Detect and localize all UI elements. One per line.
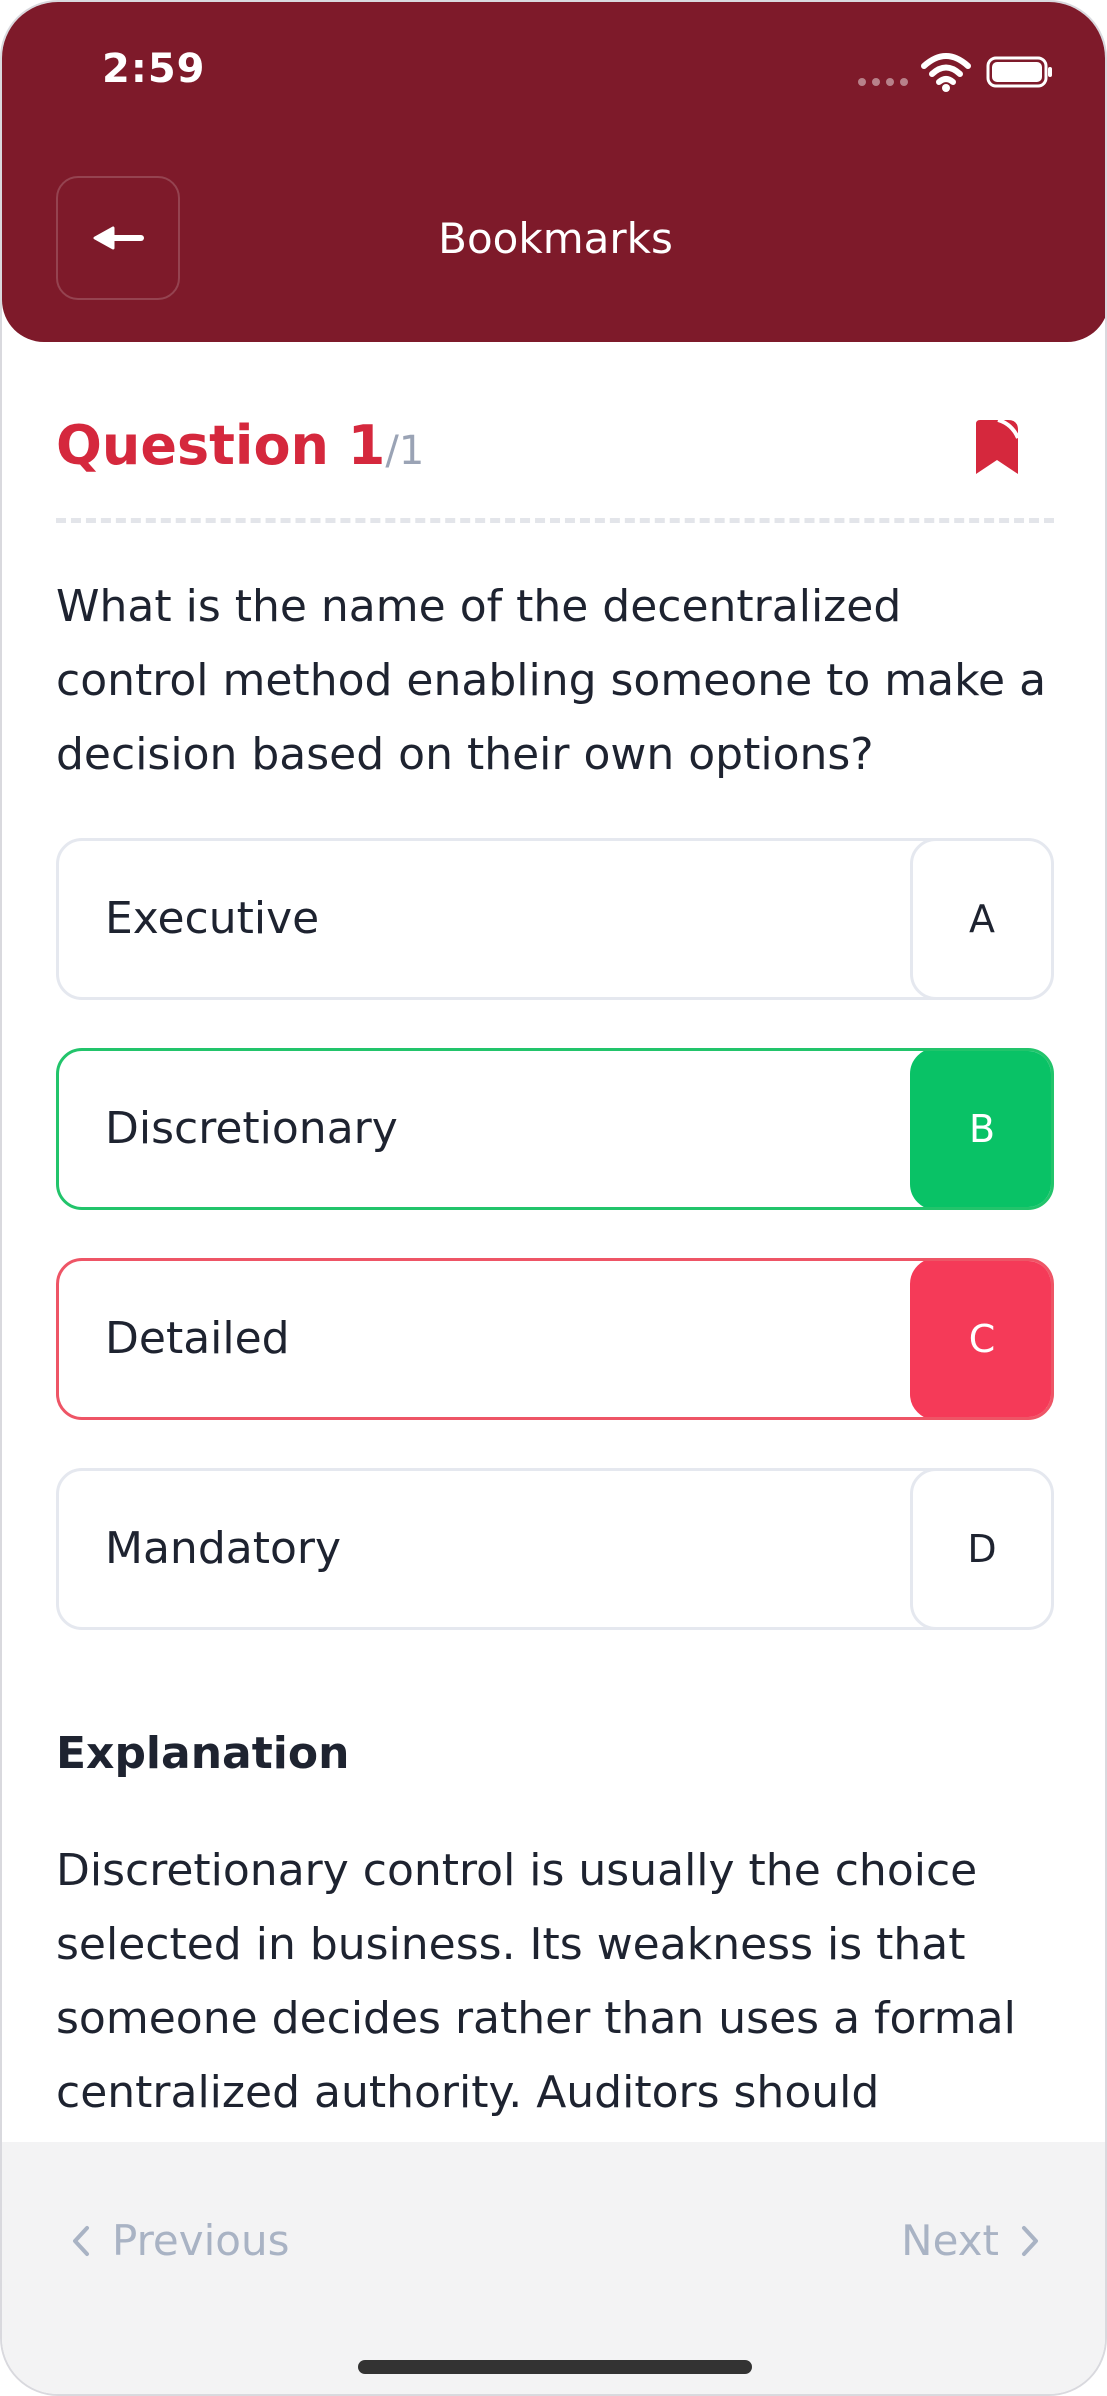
question-number: Question 1 (56, 414, 386, 477)
explanation-text: Discretionary control is usually the cho… (56, 1845, 1016, 2118)
option-label: Detailed (105, 1313, 290, 1364)
option-label: Executive (105, 893, 320, 944)
next-button[interactable]: Next (901, 2216, 1039, 2265)
option-letter: A (910, 841, 1051, 997)
battery-icon (986, 56, 1052, 88)
home-indicator[interactable] (358, 2360, 752, 2374)
option-label: Discretionary (105, 1103, 398, 1154)
question-text: What is the name of the decentralized co… (56, 581, 1047, 780)
previous-button[interactable]: Previous (72, 2216, 290, 2265)
chevron-left-icon (73, 2225, 89, 2256)
option-c[interactable]: Detailed C (56, 1258, 1054, 1420)
option-b[interactable]: Discretionary B (56, 1048, 1054, 1210)
option-letter: B (910, 1051, 1051, 1207)
option-d[interactable]: Mandatory D (56, 1468, 1054, 1630)
divider (56, 518, 1054, 523)
cellular-signal-icon (858, 78, 908, 86)
bottom-navigation: Previous Next (2, 2142, 1105, 2394)
header-bar: 2:59 Bookmarks (2, 2, 1105, 342)
previous-label: Previous (112, 2216, 290, 2265)
question-heading: Question 1/1 (56, 414, 424, 477)
next-label: Next (901, 2216, 999, 2265)
status-time: 2:59 (102, 46, 206, 92)
chevron-right-icon (1022, 2225, 1038, 2256)
option-letter: C (910, 1261, 1051, 1417)
wifi-icon (921, 53, 971, 92)
bookmarks-screen: 2:59 Bookmarks Question 1/1 What is the … (0, 0, 1107, 2396)
bookmark-icon[interactable] (974, 418, 1020, 476)
option-a[interactable]: Executive A (56, 838, 1054, 1000)
option-label: Mandatory (105, 1523, 342, 1574)
page-title: Bookmarks (438, 214, 673, 263)
option-letter: D (910, 1471, 1051, 1627)
question-total: /1 (385, 428, 425, 474)
explanation-title: Explanation (56, 1728, 350, 1779)
